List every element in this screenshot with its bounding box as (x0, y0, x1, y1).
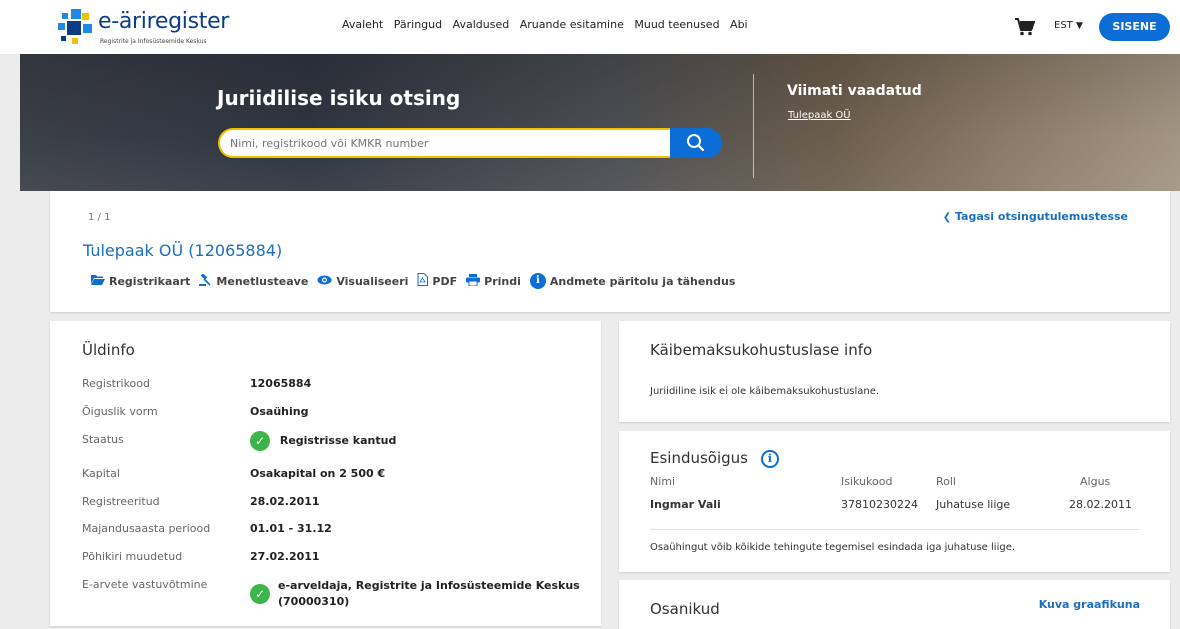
page-title: Juriidilise isiku otsing (217, 86, 461, 110)
column-header-role: Roll (936, 475, 956, 488)
visualize-label: Visualiseeri (336, 274, 409, 288)
general-info-title: Üldinfo (82, 341, 135, 359)
general-info-card: Üldinfo Registrikood 12065884 Õiguslik v… (50, 321, 601, 626)
chevron-down-icon: ▼ (1075, 21, 1083, 31)
e-invoice-value: e-arveldaja, Registrite ja Infosüsteemid… (278, 578, 580, 610)
pdf-button[interactable]: PDF (417, 273, 457, 289)
pdf-file-icon (417, 273, 429, 289)
info-label: Registrikood (82, 377, 150, 390)
print-label: Prindi (484, 274, 521, 288)
result-pager: 1 / 1 (88, 212, 111, 223)
show-as-graph-link[interactable]: Kuva graafikuna (1039, 598, 1140, 611)
logo-subtitle: Registrite ja Infosüsteemide Keskus (100, 38, 207, 45)
folder-icon (91, 274, 105, 288)
search-icon (687, 134, 705, 152)
representation-note: Osaühingut võib kõikide tehingute tegemi… (650, 542, 1016, 553)
info-label: Majandusaasta periood (82, 522, 211, 535)
info-label: Staatus (82, 433, 124, 446)
proceedings-label: Menetlusteave (216, 274, 309, 288)
column-header-start: Algus (1080, 475, 1111, 488)
info-label: Õiguslik vorm (82, 405, 158, 418)
logo[interactable]: e-äriregister Registrite ja Infosüsteemi… (58, 7, 238, 47)
nav-item-muud-teenused[interactable]: Muud teenused (634, 18, 719, 31)
divider (650, 529, 1139, 530)
login-button[interactable]: SISENE (1099, 13, 1170, 41)
print-button[interactable]: Prindi (466, 273, 521, 289)
company-actions: Registrikaart Menetlusteave Visualiseeri… (91, 272, 744, 289)
nav-item-abi[interactable]: Abi (730, 18, 748, 31)
chevron-left-icon: ❮ (942, 212, 952, 223)
nav-item-avaldused[interactable]: Avaldused (453, 18, 510, 31)
language-select[interactable]: EST ▼ (1054, 20, 1083, 31)
logo-mark-icon (58, 9, 94, 45)
representative-id-code: 37810230224 (841, 498, 918, 511)
info-value: Osaühing (250, 405, 309, 418)
info-value: 27.02.2011 (250, 550, 320, 563)
check-circle-icon: ✓ (250, 431, 270, 451)
representation-title-text: Esindusõigus (650, 449, 748, 467)
company-card: 1 / 1 ❮ Tagasi otsingutulemustesse Tulep… (50, 191, 1170, 312)
pdf-label: PDF (432, 274, 458, 288)
status-text: Registrisse kantud (279, 434, 397, 447)
back-to-results-link[interactable]: ❮ Tagasi otsingutulemustesse (943, 210, 1128, 223)
proceedings-button[interactable]: Menetlusteave (199, 272, 309, 289)
info-value: 01.01 - 31.12 (250, 522, 332, 535)
vat-info-title: Käibemaksukohustuslase info (650, 341, 873, 359)
info-value: Osakapital on 2 500 € (250, 467, 386, 480)
language-label: EST (1054, 20, 1073, 31)
representation-card: Esindusõigus i Nimi Isikukood Roll Algus… (619, 431, 1170, 572)
recently-viewed-link[interactable]: Tulepaak OÜ (788, 110, 851, 121)
info-label: E-arvete vastuvõtmine (82, 578, 208, 591)
info-label: Kapital (82, 467, 120, 480)
representative-start: 28.02.2011 (1069, 498, 1132, 511)
back-to-results-label: Tagasi otsingutulemustesse (954, 210, 1128, 223)
e-invoice-operator: e-arveldaja, Registrite ja Infosüsteemid… (278, 579, 580, 592)
info-label: Põhikiri muudetud (82, 550, 183, 563)
e-invoice-check: ✓ (250, 584, 270, 604)
info-value: 28.02.2011 (250, 495, 320, 508)
company-name: Tulepaak OÜ (12065884) (83, 241, 283, 260)
registry-card-button[interactable]: Registrikaart (91, 274, 190, 288)
info-label: Registreeritud (82, 495, 160, 508)
search-button[interactable] (670, 128, 722, 158)
visualize-button[interactable]: Visualiseeri (317, 274, 408, 288)
cart-icon[interactable] (1015, 18, 1035, 36)
owners-card: Osanikud Kuva graafikuna (619, 580, 1170, 629)
search-box (218, 128, 670, 158)
search-hero (20, 54, 1180, 191)
main-nav: Avaleht Päringud Avaldused Aruande esita… (342, 18, 755, 31)
nav-item-aruande-esitamine[interactable]: Aruande esitamine (520, 18, 624, 31)
status-value: ✓ Registrisse kantud (250, 431, 396, 451)
check-circle-icon: ✓ (250, 584, 270, 604)
info-value: 12065884 (250, 377, 312, 390)
e-invoice-code: (70000310) (278, 595, 350, 608)
registry-card-label: Registrikaart (109, 274, 191, 288)
printer-icon (466, 273, 481, 289)
recently-viewed-title: Viimati vaadatud (787, 83, 922, 99)
data-origin-label: Andmete päritolu ja tähendus (549, 274, 736, 288)
column-header-name: Nimi (650, 475, 676, 488)
data-origin-button[interactable]: i Andmete päritolu ja tähendus (529, 273, 736, 289)
column-header-id-code: Isikukood (841, 475, 893, 488)
owners-title: Osanikud (650, 600, 720, 618)
info-icon[interactable]: i (760, 450, 779, 468)
eye-icon (317, 274, 332, 288)
info-icon: i (529, 273, 546, 289)
representative-role: Juhatuse liige (936, 498, 1011, 511)
search-input[interactable] (230, 130, 660, 156)
nav-item-paringud[interactable]: Päringud (394, 18, 442, 31)
logo-title: e-äriregister (98, 9, 230, 34)
nav-item-avaleht[interactable]: Avaleht (342, 18, 383, 31)
top-bar: e-äriregister Registrite ja Infosüsteemi… (0, 0, 1180, 54)
representative-name: Ingmar Vali (650, 498, 721, 511)
vat-info-text: Juriidiline isik ei ole käibemaksukohust… (650, 386, 880, 397)
representation-title: Esindusõigus i (650, 449, 779, 468)
vat-info-card: Käibemaksukohustuslase info Juriidiline … (619, 321, 1170, 422)
gavel-icon (199, 272, 212, 289)
hero-divider (753, 74, 754, 178)
